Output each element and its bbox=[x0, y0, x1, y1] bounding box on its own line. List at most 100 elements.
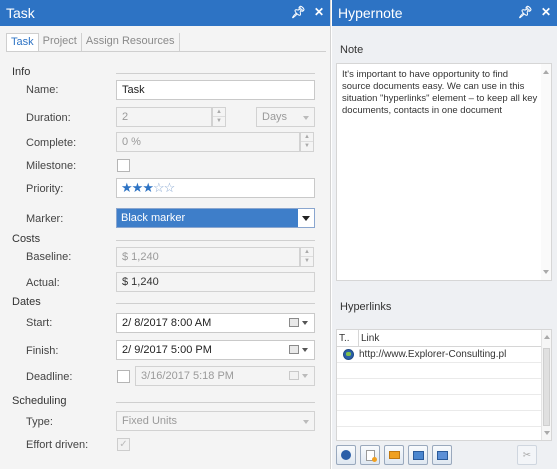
duration-field[interactable]: 2 bbox=[116, 107, 212, 127]
chevron-down-icon bbox=[303, 116, 309, 120]
section-scheduling: Scheduling bbox=[12, 395, 67, 407]
add-web-link-icon bbox=[341, 450, 351, 460]
remove-link-button[interactable]: ✂ bbox=[517, 445, 537, 465]
hypernote-panel: Hypernote 📌︎ ✕ Note It's important to ha… bbox=[332, 0, 557, 469]
chevron-down-icon bbox=[302, 374, 308, 378]
finish-date-field[interactable]: 2/ 9/2017 5:00 PM bbox=[116, 340, 315, 360]
pin-icon[interactable]: 📌︎ bbox=[291, 5, 306, 19]
marker-select[interactable]: Black marker bbox=[116, 208, 315, 228]
duration-label: Duration: bbox=[26, 112, 71, 124]
scroll-up-icon[interactable] bbox=[543, 70, 549, 74]
note-text[interactable]: It's important to have opportunity to fi… bbox=[342, 69, 538, 117]
section-dates-divider bbox=[116, 303, 315, 304]
column-header-type[interactable]: T.. bbox=[337, 330, 359, 346]
tab-task[interactable]: Task bbox=[6, 33, 39, 51]
deadline-label: Deadline: bbox=[26, 371, 73, 383]
finish-label: Finish: bbox=[26, 345, 59, 357]
task-title-bar: Task 📌︎ ✕ bbox=[0, 0, 330, 26]
marker-label: Marker: bbox=[26, 213, 64, 225]
task-panel: Task 📌︎ ✕ Task Project Assign Resources … bbox=[0, 0, 331, 469]
task-tabs: Task Project Assign Resources bbox=[6, 33, 180, 51]
actual-label: Actual: bbox=[26, 277, 60, 289]
hypernote-panel-title: Hypernote bbox=[338, 5, 403, 21]
table-row-empty bbox=[337, 379, 551, 395]
chevron-down-icon bbox=[302, 216, 310, 221]
column-header-link[interactable]: Link bbox=[359, 330, 381, 346]
close-icon[interactable]: ✕ bbox=[541, 5, 551, 19]
name-label: Name: bbox=[26, 84, 59, 96]
add-folder-button[interactable] bbox=[384, 445, 404, 465]
globe-icon bbox=[342, 349, 354, 360]
start-date-field[interactable]: 2/ 8/2017 8:00 AM bbox=[116, 313, 315, 333]
effort-driven-checkbox[interactable]: ✓ bbox=[117, 438, 130, 451]
chevron-down-icon bbox=[302, 321, 308, 325]
add-web-link-button[interactable] bbox=[336, 445, 356, 465]
milestone-label: Milestone: bbox=[26, 160, 77, 172]
add-screen-icon bbox=[412, 450, 424, 460]
star-empty-icon[interactable]: ☆ bbox=[153, 180, 165, 195]
scroll-down-icon[interactable] bbox=[543, 270, 549, 274]
scroll-up-icon[interactable] bbox=[544, 335, 550, 339]
chevron-down-icon bbox=[303, 420, 309, 424]
calendar-icon bbox=[289, 371, 299, 380]
calendar-icon[interactable] bbox=[289, 318, 299, 327]
baseline-field[interactable]: $ 1,240 bbox=[116, 247, 300, 267]
add-folder-icon bbox=[388, 451, 400, 459]
duration-stepper[interactable]: ▲ ▼ bbox=[212, 107, 226, 127]
hyperlinks-toolbar: ✂ bbox=[336, 445, 537, 465]
section-info-divider bbox=[116, 73, 315, 74]
section-costs: Costs bbox=[12, 233, 41, 245]
tab-assign-resources[interactable]: Assign Resources bbox=[81, 33, 180, 51]
star-empty-icon[interactable]: ☆ bbox=[164, 180, 176, 195]
tab-project[interactable]: Project bbox=[38, 33, 82, 51]
scrollbar-thumb[interactable] bbox=[543, 348, 550, 426]
star-filled-icon[interactable]: ★ bbox=[132, 180, 144, 195]
add-document-button[interactable] bbox=[360, 445, 380, 465]
complete-stepper[interactable]: ▲ ▼ bbox=[300, 132, 314, 152]
hyperlinks-grid: T.. Link http://www.Explorer-Consulting.… bbox=[336, 329, 552, 441]
table-row-empty bbox=[337, 395, 551, 411]
add-screen-button[interactable] bbox=[408, 445, 428, 465]
milestone-checkbox[interactable] bbox=[117, 159, 130, 172]
note-label: Note bbox=[340, 44, 364, 56]
type-select[interactable]: Fixed Units bbox=[116, 411, 315, 431]
chevron-down-icon bbox=[302, 348, 308, 352]
tabs-divider bbox=[6, 51, 326, 52]
table-row-empty bbox=[337, 363, 551, 379]
deadline-date-field[interactable]: 3/16/2017 5:18 PM bbox=[135, 366, 315, 386]
type-label: Type: bbox=[26, 416, 53, 428]
marker-value: Black marker bbox=[117, 209, 298, 227]
note-editor[interactable]: It's important to have opportunity to fi… bbox=[336, 63, 552, 281]
section-info: Info bbox=[12, 66, 31, 78]
edit-link-icon bbox=[436, 450, 448, 460]
name-field[interactable]: Task bbox=[116, 80, 315, 100]
grid-header: T.. Link bbox=[337, 330, 551, 347]
scroll-down-icon[interactable] bbox=[544, 431, 550, 435]
add-document-icon bbox=[365, 449, 377, 462]
task-panel-title: Task bbox=[6, 5, 35, 21]
pin-icon[interactable]: 📌︎ bbox=[518, 5, 533, 19]
link-cell[interactable]: http://www.Explorer-Consulting.pl bbox=[359, 349, 506, 360]
hypernote-title-bar: Hypernote 📌︎ ✕ bbox=[332, 0, 557, 26]
complete-field[interactable]: 0 % bbox=[116, 132, 300, 152]
priority-rating[interactable]: ★★★☆☆ bbox=[116, 178, 315, 198]
calendar-icon[interactable] bbox=[289, 345, 299, 354]
baseline-stepper[interactable]: ▲ ▼ bbox=[300, 247, 314, 267]
section-scheduling-divider bbox=[116, 402, 315, 403]
duration-unit-value: Days bbox=[262, 111, 288, 123]
note-scrollbar[interactable] bbox=[541, 64, 551, 280]
hyperlinks-label: Hyperlinks bbox=[340, 301, 392, 313]
star-filled-icon[interactable]: ★ bbox=[142, 180, 154, 195]
actual-field: $ 1,240 bbox=[116, 272, 315, 292]
star-filled-icon[interactable]: ★ bbox=[121, 180, 133, 195]
edit-link-button[interactable] bbox=[432, 445, 452, 465]
table-row-empty bbox=[337, 411, 551, 427]
priority-label: Priority: bbox=[26, 183, 64, 195]
complete-label: Complete: bbox=[26, 137, 77, 149]
grid-scrollbar[interactable] bbox=[541, 330, 551, 440]
close-icon[interactable]: ✕ bbox=[314, 5, 324, 19]
section-costs-divider bbox=[116, 240, 315, 241]
table-row[interactable]: http://www.Explorer-Consulting.pl bbox=[337, 347, 551, 363]
baseline-label: Baseline: bbox=[26, 251, 72, 263]
deadline-checkbox[interactable] bbox=[117, 370, 130, 383]
